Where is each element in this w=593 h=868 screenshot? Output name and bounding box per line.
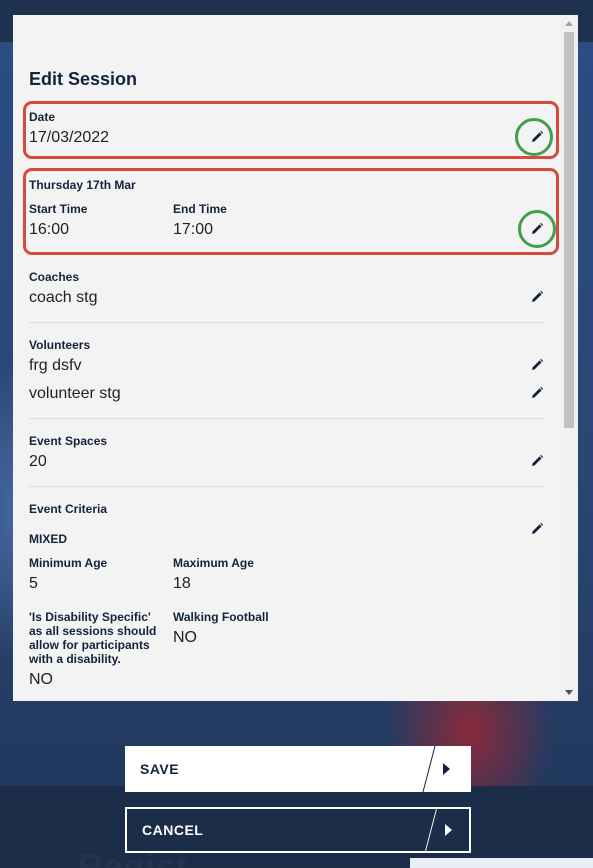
gender-value: MIXED [29,532,68,546]
event-spaces-label: Event Spaces [29,434,108,448]
pencil-icon[interactable] [530,130,544,144]
slash-divider [425,809,437,851]
scroll-down-arrow-icon[interactable] [565,690,573,695]
coaches-label: Coaches [29,270,80,284]
slash-divider [422,746,436,792]
disability-specific-label: 'Is Disability Specific' as all sessions… [29,610,157,666]
end-time-label: End Time [173,202,227,216]
cancel-button-label: CANCEL [142,822,204,838]
min-age-label: Minimum Age [29,556,108,570]
date-value: 17/03/2022 [29,129,110,146]
start-time-label: Start Time [29,202,88,216]
modal-scrollbar[interactable] [560,15,578,701]
volunteers-label: Volunteers [29,338,91,352]
pencil-icon[interactable] [530,222,544,236]
pencil-icon[interactable] [530,522,544,536]
volunteer-item: volunteer stg [29,385,121,402]
save-button-label: SAVE [140,761,180,777]
volunteer-item: frg dsfv [29,357,82,374]
arrow-right-icon [443,763,450,775]
max-age-value: 18 [173,575,191,592]
modal-content[interactable]: Edit Session Date 17/03/2022 Thursday 17… [13,15,560,701]
edit-session-modal: Edit Session Date 17/03/2022 Thursday 17… [13,15,578,701]
arrow-right-icon [445,824,452,836]
cancel-button[interactable]: CANCEL [125,807,471,853]
pencil-icon[interactable] [530,386,544,400]
walking-football-label: Walking Football [173,610,269,624]
scrollbar-thumb[interactable] [564,32,574,428]
pencil-icon[interactable] [530,358,544,372]
pencil-icon[interactable] [530,290,544,304]
save-button[interactable]: SAVE [125,746,471,792]
modal-title: Edit Session [29,69,138,89]
background-card [410,858,593,868]
disability-specific-value: NO [29,671,53,688]
session-day-heading: Thursday 17th Mar [29,178,136,192]
walking-football-value: NO [173,629,197,646]
section-divider [29,486,544,487]
event-criteria-label: Event Criteria [29,502,108,516]
pencil-icon[interactable] [530,454,544,468]
event-spaces-value: 20 [29,453,47,470]
min-age-value: 5 [29,575,38,592]
end-time-value: 17:00 [173,221,214,238]
max-age-label: Maximum Age [173,556,254,570]
date-label: Date [29,110,56,124]
section-divider [29,418,544,419]
scroll-up-arrow-icon[interactable] [565,21,573,26]
start-time-value: 16:00 [29,221,70,238]
section-divider [29,322,544,323]
coach-item: coach stg [29,289,98,306]
